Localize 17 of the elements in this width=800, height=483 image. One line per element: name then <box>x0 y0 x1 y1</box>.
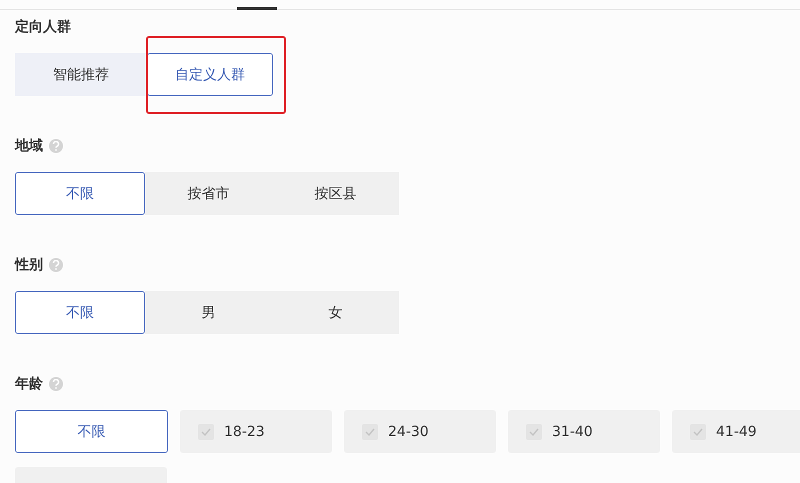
option-tab[interactable]: 不限 <box>15 291 145 334</box>
option-button[interactable]: 不限 <box>15 410 168 453</box>
option-tab[interactable]: 智能推荐 <box>15 53 147 96</box>
option-tab[interactable]: 不限 <box>15 172 145 215</box>
tab-indicator <box>237 7 277 10</box>
section-label: 年龄 <box>15 375 43 393</box>
help-icon[interactable] <box>49 258 63 272</box>
section-label: 定向人群 <box>15 18 71 36</box>
help-icon[interactable] <box>49 377 63 391</box>
option-tab[interactable]: 按区县 <box>272 172 399 215</box>
section-label: 性别 <box>15 256 43 274</box>
option-tab[interactable]: 自定义人群 <box>147 53 273 96</box>
option-tab[interactable]: 男 <box>145 291 272 334</box>
help-icon[interactable] <box>49 139 63 153</box>
section-label: 地域 <box>15 137 43 155</box>
option-tab[interactable]: 女 <box>272 291 399 334</box>
option-tab[interactable]: 按省市 <box>145 172 272 215</box>
